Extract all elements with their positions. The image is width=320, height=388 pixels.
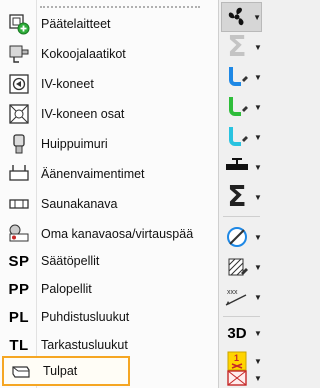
chevron-down-icon: ▼ bbox=[254, 42, 262, 52]
menu-item-label: Saunakanava bbox=[41, 197, 118, 211]
chevron-down-icon: ▼ bbox=[254, 72, 262, 82]
svg-text:xxx: xxx bbox=[227, 289, 238, 296]
valve-button[interactable]: ▼ bbox=[221, 152, 262, 182]
sum-icon: Σ bbox=[227, 30, 247, 63]
damper-icon bbox=[221, 225, 253, 249]
menu-item-label: Huippuimuri bbox=[41, 137, 108, 151]
menu-item-saatopellit[interactable]: SP Säätöpellit bbox=[2, 246, 214, 276]
menu-item-palopellit[interactable]: PP Palopellit bbox=[2, 274, 214, 304]
chevron-down-icon: ▼ bbox=[254, 328, 262, 338]
menu-item-puhdistusluukut[interactable]: PL Puhdistusluukut bbox=[2, 302, 214, 332]
menu-item-label: Palopellit bbox=[41, 282, 92, 296]
tl-icon: TL bbox=[9, 336, 29, 354]
3d-icon: 3D bbox=[227, 324, 247, 342]
menu-item-label: Säätöpellit bbox=[41, 254, 100, 268]
hatch-icon bbox=[221, 255, 253, 279]
menu-item-label: Oma kanavaosa/virtauspää bbox=[41, 227, 194, 241]
chevron-down-icon: ▼ bbox=[254, 232, 262, 242]
fan-icon bbox=[222, 5, 252, 29]
menu-item-label: IV-koneet bbox=[41, 77, 94, 91]
sum-icon: Σ bbox=[227, 180, 247, 213]
green-pipe-icon bbox=[221, 95, 253, 119]
hatch-button[interactable]: ▼ bbox=[221, 252, 262, 282]
menu-item-paatelaitteet[interactable]: Päätelaitteet bbox=[2, 9, 214, 39]
cyan-pipe-icon bbox=[221, 125, 253, 149]
chevron-down-icon: ▼ bbox=[254, 132, 262, 142]
menu-item-huippuimuri[interactable]: Huippuimuri bbox=[2, 129, 214, 159]
sum-button[interactable]: Σ ▼ bbox=[221, 182, 262, 212]
plug-icon bbox=[6, 358, 36, 384]
chevron-down-icon: ▼ bbox=[254, 262, 262, 272]
menu-item-label: IV-koneen osat bbox=[41, 107, 125, 121]
silencer-icon bbox=[4, 161, 34, 187]
chevron-down-icon: ▼ bbox=[253, 12, 261, 22]
menu-item-oma-kanavaosa[interactable]: Oma kanavaosa/virtauspää bbox=[2, 219, 214, 249]
menu-grip bbox=[40, 6, 200, 8]
menu-item-label: Kokoojalaatikot bbox=[41, 47, 126, 61]
blue-pipe-icon bbox=[221, 65, 253, 89]
menu-item-kokoojalaatikot[interactable]: Kokoojalaatikot bbox=[2, 39, 214, 69]
red-box-icon bbox=[221, 369, 253, 387]
pp-icon: PP bbox=[8, 280, 30, 298]
dimension-icon: xxx bbox=[221, 285, 253, 309]
chevron-down-icon: ▼ bbox=[254, 292, 262, 302]
chevron-down-icon: ▼ bbox=[254, 162, 262, 172]
right-toolbar: ▼ Σ ▼ ▼ ▼ ▼ ▼ Σ ▼ ▼ ▼ xxx ▼ 3D ▼ 1 ▼ ▼ bbox=[219, 0, 264, 388]
valve-icon bbox=[221, 155, 253, 179]
menu-item-aanenvaimentimet[interactable]: Äänenvaimentimet bbox=[2, 159, 214, 189]
custom-duct-part-icon bbox=[4, 221, 34, 247]
toolbar-separator bbox=[223, 216, 260, 217]
damper-button[interactable]: ▼ bbox=[221, 222, 262, 252]
svg-text:1: 1 bbox=[234, 353, 239, 363]
menu-item-saunakanava[interactable]: Saunakanava bbox=[2, 189, 214, 219]
menu-item-label: Tulpat bbox=[43, 364, 78, 378]
dimension-button[interactable]: xxx ▼ bbox=[221, 282, 262, 312]
menu-item-label: Puhdistusluukut bbox=[41, 310, 130, 324]
sp-icon: SP bbox=[8, 252, 30, 270]
chevron-down-icon: ▼ bbox=[254, 102, 262, 112]
toolbar-separator bbox=[223, 316, 260, 317]
menu-item-label: Tarkastusluukut bbox=[41, 338, 128, 352]
ventilation-unit-icon bbox=[4, 71, 34, 97]
roof-fan-icon bbox=[4, 131, 34, 157]
ventilation-unit-part-icon bbox=[4, 101, 34, 127]
terminal-device-icon bbox=[4, 11, 34, 37]
cyan-pipe-button[interactable]: ▼ bbox=[221, 122, 262, 152]
menu-item-iv-koneet[interactable]: IV-koneet bbox=[2, 69, 214, 99]
sum-disabled-button[interactable]: Σ ▼ bbox=[221, 32, 262, 62]
pl-icon: PL bbox=[8, 308, 30, 326]
dropdown-menu: Päätelaitteet Kokoojalaatikot IV-koneet bbox=[0, 0, 219, 388]
menu-item-label: Päätelaitteet bbox=[41, 17, 111, 31]
chevron-down-icon: ▼ bbox=[254, 356, 262, 366]
menu-item-iv-koneen-osat[interactable]: IV-koneen osat bbox=[2, 99, 214, 129]
fan-button[interactable]: ▼ bbox=[221, 2, 262, 32]
sauna-duct-icon bbox=[4, 191, 34, 217]
3d-button[interactable]: 3D ▼ bbox=[221, 318, 262, 348]
collector-box-icon bbox=[4, 41, 34, 67]
chevron-down-icon: ▼ bbox=[254, 192, 262, 202]
menu-item-tulpat[interactable]: Tulpat bbox=[2, 356, 130, 386]
chevron-down-icon: ▼ bbox=[254, 373, 262, 383]
menu-item-label: Äänenvaimentimet bbox=[41, 167, 145, 181]
blue-pipe-button[interactable]: ▼ bbox=[221, 62, 262, 92]
green-pipe-button[interactable]: ▼ bbox=[221, 92, 262, 122]
red-box-button[interactable]: ▼ bbox=[221, 368, 262, 388]
